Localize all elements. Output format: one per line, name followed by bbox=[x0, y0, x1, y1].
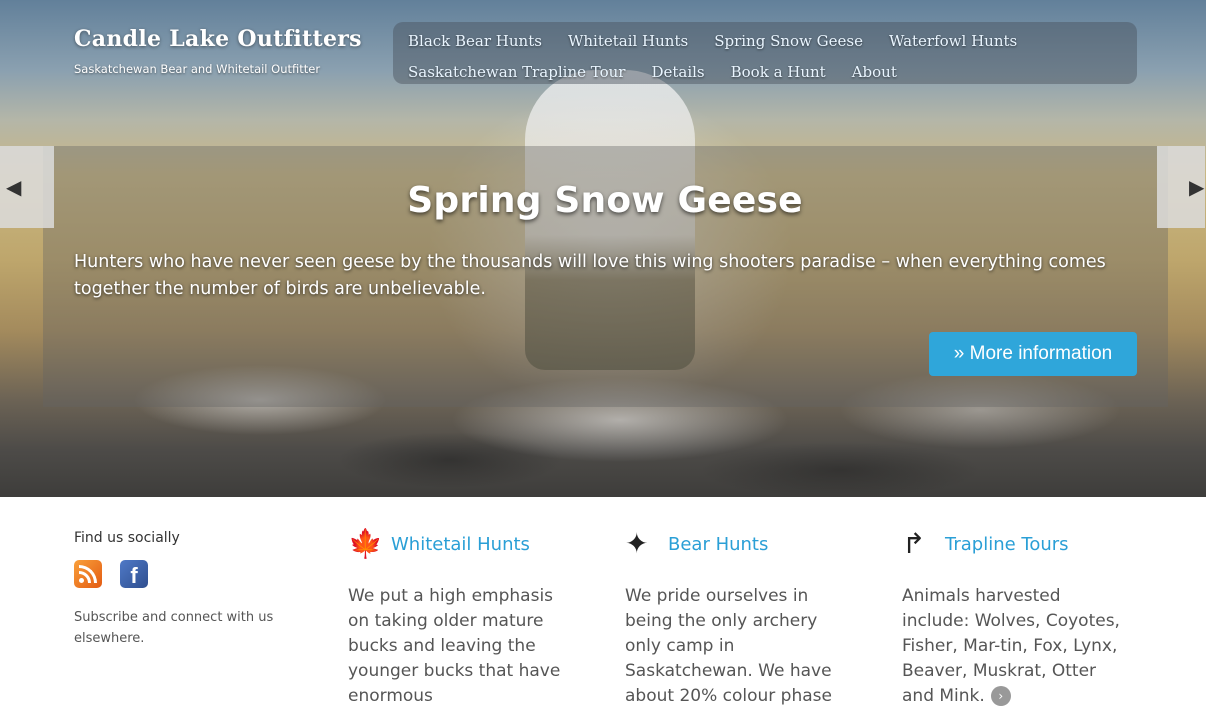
feature-bear-header: ✦ Bear Hunts bbox=[625, 527, 850, 561]
slide-text: Hunters who have never seen geese by the… bbox=[74, 252, 1106, 299]
feature-trapline-title[interactable]: Trapline Tours bbox=[945, 534, 1069, 555]
feature-bear-text: We pride ourselves in being the only arc… bbox=[625, 586, 832, 706]
feature-trapline: ↱ Trapline Tours Animals harvested includ… bbox=[902, 527, 1127, 709]
feature-whitetail-text: We put a high emphasis on taking older m… bbox=[348, 586, 561, 706]
feature-whitetail: 🍁 Whitetail Hunts We put a high emphasis … bbox=[348, 527, 573, 709]
more-information-button[interactable]: » More information bbox=[929, 332, 1137, 376]
social-title: Find us socially bbox=[74, 530, 180, 546]
curved-arrow-icon: ↱ bbox=[902, 527, 926, 560]
slider-prev-button[interactable]: ◀ bbox=[0, 146, 54, 228]
slider-next-button[interactable]: ▶ bbox=[1157, 146, 1205, 228]
nav-item-details[interactable]: Details bbox=[651, 57, 704, 88]
feature-trapline-body: Animals harvested include: Wolves, Coyot… bbox=[902, 586, 1120, 706]
main-nav: Black Bear Hunts Whitetail Hunts Spring Sn… bbox=[393, 22, 1137, 84]
site-title[interactable]: Candle Lake Outfitters bbox=[74, 26, 362, 52]
nav-item-waterfowl-hunts[interactable]: Waterfowl Hunts bbox=[889, 26, 1017, 57]
feature-whitetail-title[interactable]: Whitetail Hunts bbox=[391, 534, 530, 555]
feature-section: Find us socially f Subscribe and connect… bbox=[0, 497, 1206, 706]
chevron-left-icon: ◀ bbox=[6, 175, 22, 199]
facebook-icon[interactable]: f bbox=[120, 560, 149, 588]
social-note: Subscribe and connect with us elsewhere. bbox=[74, 610, 274, 646]
chevron-right-icon: ▶ bbox=[1189, 175, 1205, 199]
rss-icon[interactable] bbox=[74, 560, 102, 588]
feature-trapline-header: ↱ Trapline Tours bbox=[902, 527, 1127, 561]
feature-bear: ✦ Bear Hunts We pride ourselves in being … bbox=[625, 527, 850, 709]
nav-item-whitetail-hunts[interactable]: Whitetail Hunts bbox=[568, 26, 688, 57]
feature-bear-title[interactable]: Bear Hunts bbox=[668, 534, 768, 555]
feature-whitetail-header: 🍁 Whitetail Hunts bbox=[348, 527, 573, 561]
feature-trapline-text: Animals harvested include: Wolves, Coyot… bbox=[902, 584, 1127, 709]
sparkle-icon: ✦ bbox=[625, 527, 649, 560]
slide-title: Spring Snow Geese bbox=[407, 180, 803, 221]
nav-item-book-a-hunt[interactable]: Book a Hunt bbox=[731, 57, 826, 88]
nav-item-trapline-tour[interactable]: Saskatchewan Trapline Tour bbox=[408, 57, 625, 88]
maple-leaf-icon: 🍁 bbox=[348, 527, 383, 560]
read-more-icon[interactable]: › bbox=[990, 686, 1011, 706]
social-icons: f bbox=[74, 560, 304, 590]
site-tagline: Saskatchewan Bear and Whitetail Outfitte… bbox=[74, 62, 321, 76]
brand: Candle Lake Outfitters Saskatchewan Bear… bbox=[74, 26, 362, 76]
social-widget: Find us socially f Subscribe and connect… bbox=[74, 530, 304, 649]
hero-slider: Candle Lake Outfitters Saskatchewan Bear… bbox=[0, 0, 1206, 497]
nav-item-black-bear-hunts[interactable]: Black Bear Hunts bbox=[408, 26, 542, 57]
nav-item-spring-snow-geese[interactable]: Spring Snow Geese bbox=[714, 26, 863, 57]
nav-item-about[interactable]: About bbox=[852, 57, 897, 88]
